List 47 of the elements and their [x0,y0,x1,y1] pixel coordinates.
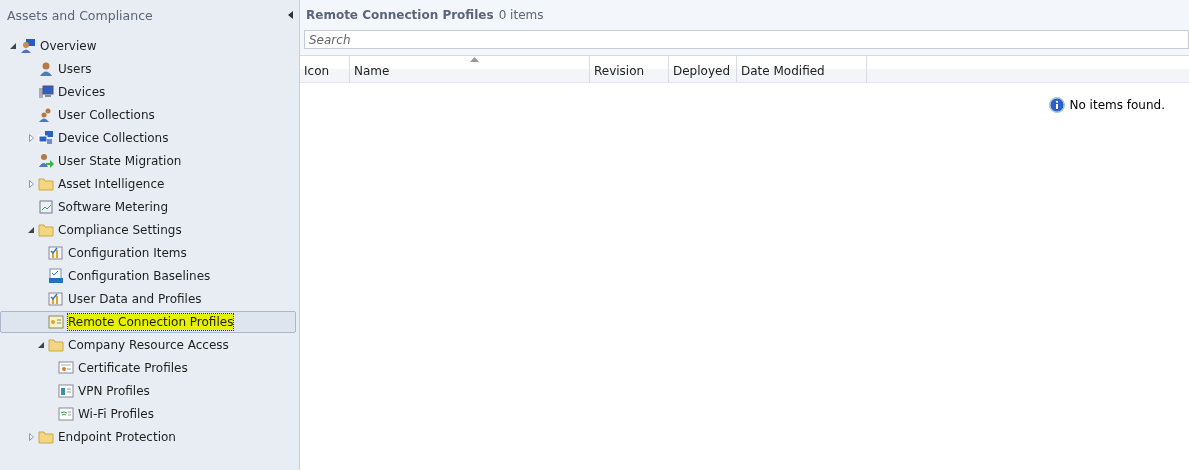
pane-title: Assets and Compliance [7,7,153,23]
tree-item[interactable]: Remote Connection Profiles [0,311,296,333]
tree-item[interactable]: User State Migration [0,150,296,172]
tree-item[interactable]: Compliance Settings [0,219,296,241]
column-header[interactable]: Name [350,56,590,82]
folder-icon [48,337,64,353]
folder-icon [38,176,54,192]
column-header[interactable]: Revision [590,56,669,82]
device-collection-icon [38,130,54,146]
migration-icon [38,153,54,169]
empty-message: No items found. [1069,98,1165,112]
search-field[interactable]: Search [304,30,1189,49]
expanded-arrow-icon[interactable] [38,342,44,348]
expanded-arrow-icon[interactable] [28,227,34,233]
certificate-icon [58,360,74,376]
view-title: Remote Connection Profiles [306,8,494,22]
item-count: 0 items [498,8,544,22]
tree-item[interactable]: Device Collections [0,127,296,149]
tree-item[interactable]: Endpoint Protection [0,426,296,448]
folder-icon [38,222,54,238]
tree-item[interactable]: User Data and Profiles [0,288,296,310]
wifi-icon [58,406,74,422]
tree-item[interactable]: User Collections [0,104,296,126]
tree-item[interactable]: Software Metering [0,196,296,218]
sort-arrow-icon [469,57,479,62]
tree-item[interactable]: Asset Intelligence [0,173,296,195]
column-header[interactable]: Deployed [669,56,737,82]
device-icon [38,84,54,100]
tree-item[interactable]: Wi-Fi Profiles [0,403,296,425]
collapsed-arrow-icon[interactable] [28,433,34,441]
collapse-icon[interactable] [288,11,293,19]
user-icon [38,61,54,77]
column-header[interactable]: Date Modified [737,56,867,82]
tree-item[interactable]: Configuration Items [0,242,296,264]
tree-item[interactable]: Certificate Profiles [0,357,296,379]
tree-item[interactable]: Users [0,58,296,80]
collapsed-arrow-icon[interactable] [28,134,34,142]
tree-item[interactable]: Company Resource Access [0,334,296,356]
tree-item[interactable]: VPN Profiles [0,380,296,402]
collapsed-arrow-icon[interactable] [28,180,34,188]
tree-item[interactable]: Overview [0,35,296,57]
info-icon [1049,97,1066,113]
folder-icon [38,429,54,445]
tree-item[interactable]: Devices [0,81,296,103]
expanded-arrow-icon[interactable] [10,43,16,49]
column-header[interactable]: Icon [300,56,350,82]
tree-item[interactable]: Configuration Baselines [0,265,296,287]
